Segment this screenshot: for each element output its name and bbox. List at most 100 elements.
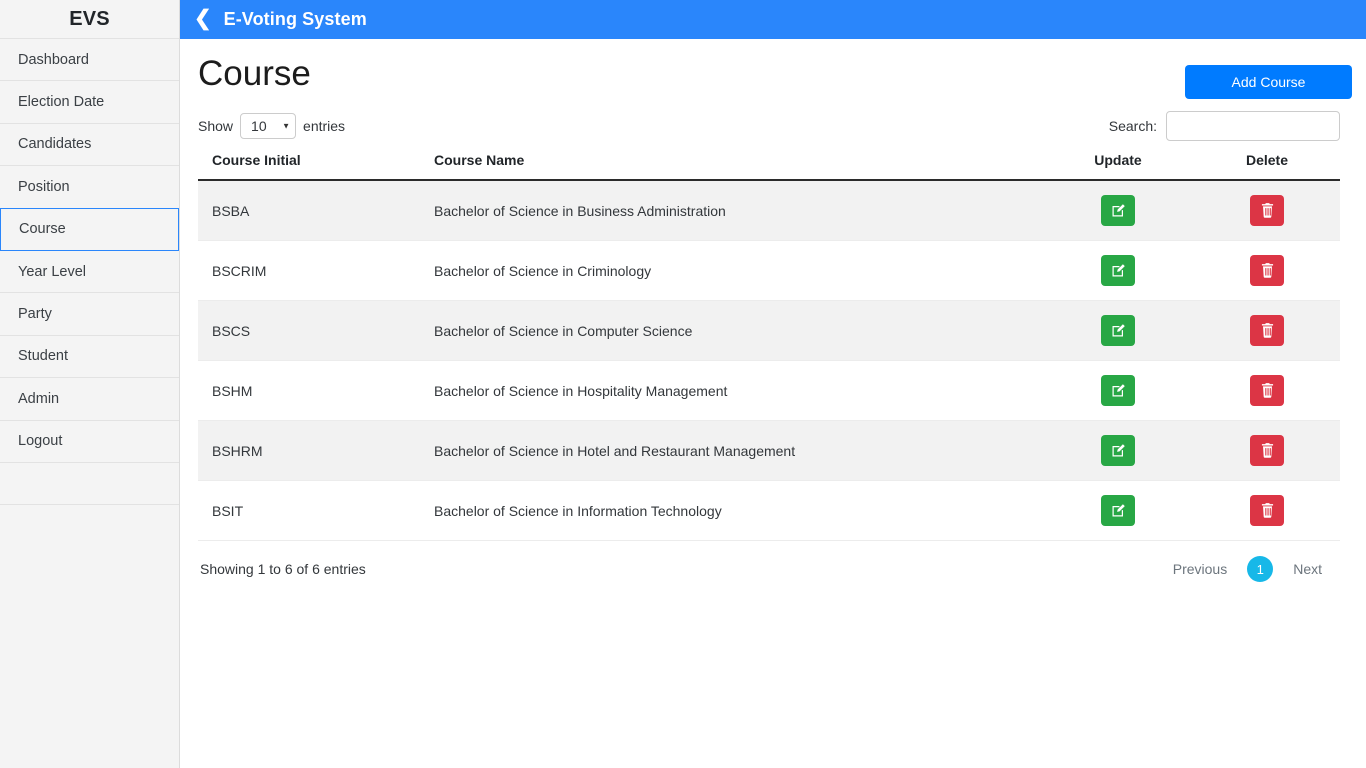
- trash-icon: [1261, 323, 1274, 338]
- cell-update: [1042, 241, 1194, 301]
- cell-delete: [1194, 421, 1340, 481]
- column-header-update[interactable]: Update: [1042, 152, 1194, 180]
- sidebar-nav: Dashboard Election Date Candidates Posit…: [0, 39, 179, 505]
- cell-update: [1042, 301, 1194, 361]
- cell-course-name: Bachelor of Science in Computer Science: [420, 301, 1042, 361]
- sidebar-item-election-date[interactable]: Election Date: [0, 80, 179, 123]
- table-row: BSCRIM Bachelor of Science in Criminolog…: [198, 241, 1340, 301]
- column-header-course-name[interactable]: Course Name: [420, 152, 1042, 180]
- edit-course-button[interactable]: [1101, 255, 1135, 286]
- delete-course-button[interactable]: [1250, 375, 1284, 406]
- table-body: BSBA Bachelor of Science in Business Adm…: [198, 180, 1340, 541]
- sidebar-item-course[interactable]: Course: [0, 208, 179, 251]
- entries-select[interactable]: 10 25 50 100: [240, 113, 296, 139]
- show-label: Show: [198, 118, 233, 134]
- cell-course-initial: BSHRM: [198, 421, 420, 481]
- sidebar-brand: EVS: [0, 0, 179, 39]
- cell-update: [1042, 361, 1194, 421]
- edit-square-icon: [1111, 323, 1126, 338]
- chevron-left-icon[interactable]: ❮: [194, 8, 212, 29]
- cell-course-name: Bachelor of Science in Business Administ…: [420, 180, 1042, 241]
- entries-label: entries: [303, 118, 345, 134]
- delete-course-button[interactable]: [1250, 435, 1284, 466]
- course-table: Course Initial Course Name Update Delete…: [198, 152, 1340, 541]
- cell-delete: [1194, 481, 1340, 541]
- sidebar-item-logout[interactable]: [0, 462, 179, 505]
- entries-length-control: Show 10 25 50 100 ▼ entries: [198, 113, 345, 139]
- cell-course-name: Bachelor of Science in Hospitality Manag…: [420, 361, 1042, 421]
- sidebar-item-dashboard[interactable]: Dashboard: [0, 38, 179, 81]
- sidebar-item-account[interactable]: Logout: [0, 420, 179, 463]
- cell-update: [1042, 180, 1194, 241]
- edit-course-button[interactable]: [1101, 315, 1135, 346]
- column-header-course-initial[interactable]: Course Initial: [198, 152, 420, 180]
- datatable-controls: Show 10 25 50 100 ▼ entries Search:: [196, 111, 1352, 141]
- table-row: BSCS Bachelor of Science in Computer Sci…: [198, 301, 1340, 361]
- trash-icon: [1261, 383, 1274, 398]
- edit-square-icon: [1111, 383, 1126, 398]
- pagination-next[interactable]: Next: [1279, 555, 1336, 583]
- main-panel: ❮ E-Voting System Course Add Course Show…: [180, 0, 1366, 768]
- sidebar-item-party[interactable]: Party: [0, 292, 179, 335]
- pagination-page-1[interactable]: 1: [1247, 556, 1273, 582]
- sidebar-item-position[interactable]: Position: [0, 165, 179, 208]
- delete-course-button[interactable]: [1250, 495, 1284, 526]
- cell-course-name: Bachelor of Science in Information Techn…: [420, 481, 1042, 541]
- delete-course-button[interactable]: [1250, 195, 1284, 226]
- page-title: Course: [196, 55, 311, 94]
- cell-course-name: Bachelor of Science in Criminology: [420, 241, 1042, 301]
- sidebar-item-label: Dashboard: [18, 52, 89, 68]
- cell-course-initial: BSIT: [198, 481, 420, 541]
- cell-update: [1042, 421, 1194, 481]
- trash-icon: [1261, 263, 1274, 278]
- edit-course-button[interactable]: [1101, 375, 1135, 406]
- trash-icon: [1261, 443, 1274, 458]
- sidebar-item-student[interactable]: Student: [0, 335, 179, 378]
- topbar-title: E-Voting System: [224, 9, 367, 30]
- table-row: BSHRM Bachelor of Science in Hotel and R…: [198, 421, 1340, 481]
- sidebar-item-label: Election Date: [18, 94, 104, 110]
- sidebar-item-label: Position: [18, 179, 70, 195]
- app-root: EVS Dashboard Election Date Candidates P…: [0, 0, 1366, 768]
- topbar: ❮ E-Voting System: [180, 0, 1366, 39]
- edit-square-icon: [1111, 443, 1126, 458]
- sidebar-item-admin[interactable]: Admin: [0, 377, 179, 420]
- sidebar-item-label: Student: [18, 348, 68, 364]
- edit-course-button[interactable]: [1101, 495, 1135, 526]
- edit-square-icon: [1111, 503, 1126, 518]
- sidebar-item-label: Year Level: [18, 264, 86, 280]
- search-input[interactable]: [1166, 111, 1340, 141]
- sidebar-item-label: Course: [19, 221, 66, 237]
- cell-delete: [1194, 361, 1340, 421]
- edit-course-button[interactable]: [1101, 435, 1135, 466]
- search-control: Search:: [1109, 111, 1352, 141]
- sidebar-item-year-level[interactable]: Year Level: [0, 250, 179, 293]
- trash-icon: [1261, 503, 1274, 518]
- cell-delete: [1194, 180, 1340, 241]
- cell-course-initial: BSBA: [198, 180, 420, 241]
- table-row: BSBA Bachelor of Science in Business Adm…: [198, 180, 1340, 241]
- table-header-row: Course Initial Course Name Update Delete: [198, 152, 1340, 180]
- cell-course-initial: BSCRIM: [198, 241, 420, 301]
- add-course-button[interactable]: Add Course: [1185, 65, 1352, 99]
- entries-info: Showing 1 to 6 of 6 entries: [200, 561, 366, 577]
- delete-course-button[interactable]: [1250, 255, 1284, 286]
- datatable-footer: Showing 1 to 6 of 6 entries Previous 1 N…: [196, 555, 1352, 583]
- cell-delete: [1194, 241, 1340, 301]
- table-row: BSIT Bachelor of Science in Information …: [198, 481, 1340, 541]
- sidebar-item-candidates[interactable]: Candidates: [0, 123, 179, 166]
- page-content: Course Add Course Show 10 25 50 100 ▼: [180, 39, 1366, 583]
- sidebar-item-label: Candidates: [18, 136, 91, 152]
- sidebar-item-label: Party: [18, 306, 52, 322]
- sidebar-item-label: Logout: [18, 433, 62, 449]
- page-header-row: Course Add Course: [196, 55, 1352, 99]
- edit-square-icon: [1111, 203, 1126, 218]
- edit-course-button[interactable]: [1101, 195, 1135, 226]
- search-label: Search:: [1109, 118, 1157, 134]
- cell-course-name: Bachelor of Science in Hotel and Restaur…: [420, 421, 1042, 481]
- delete-course-button[interactable]: [1250, 315, 1284, 346]
- cell-update: [1042, 481, 1194, 541]
- pagination-previous[interactable]: Previous: [1159, 555, 1241, 583]
- cell-course-initial: BSCS: [198, 301, 420, 361]
- column-header-delete[interactable]: Delete: [1194, 152, 1340, 180]
